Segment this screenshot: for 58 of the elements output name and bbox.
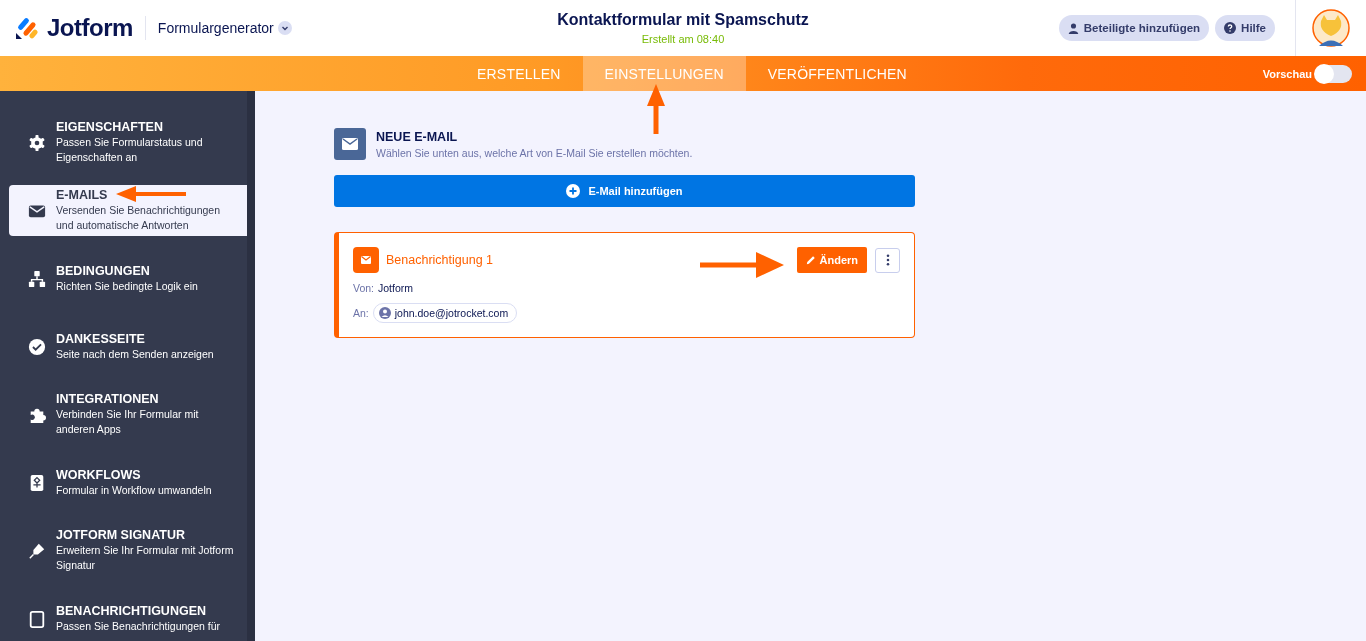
sidebar-item[interactable]: EIGENSCHAFTEN Passen Sie Formularstatus und Eigenschaften an [9, 117, 247, 168]
more-options-button[interactable] [875, 247, 900, 273]
from-label: Von: [353, 282, 375, 294]
sidebar-item-title: JOTFORM SIGNATUR [56, 528, 185, 543]
sidebar-item-title: WORKFLOWS [56, 467, 141, 483]
sidebar-item-description: Verbinden Sie Ihr Formular mit anderen Apps [56, 407, 200, 437]
sidebar-item-title: E-MAILS [56, 188, 108, 203]
product-dropdown[interactable]: Formulargenerator [157, 20, 292, 36]
gear-icon [28, 133, 46, 152]
sidebar-item-description: Passen Sie Benachrichtigungen für [56, 618, 221, 634]
sidebar-item-title: DANKESSEITE [56, 331, 145, 347]
add-email-button[interactable]: E-Mail hinzufügen [334, 175, 915, 207]
sidebar-item-title: BEDINGUNGEN [56, 263, 150, 279]
check-circle-icon [28, 337, 46, 356]
logo-icon [15, 16, 39, 40]
sidebar-item-description: Erweitern Sie Ihr Formular mit Jotform Signatur [56, 543, 235, 573]
workflow-icon [28, 473, 46, 492]
sidebar-item[interactable]: INTEGRATIONEN Verbinden Sie Ihr Formular mit anderen Apps [9, 389, 247, 440]
phone-icon [28, 609, 46, 628]
form-title: Kontaktformular mit Spamschutz [557, 11, 809, 29]
sidebar-item[interactable]: JOTFORM SIGNATUR Erweitern Sie Ihr Formular mit Jotform Signatur [9, 525, 247, 576]
brand-name[interactable]: Jotform [47, 14, 133, 42]
sidebar-item-title: INTEGRATIONEN [56, 392, 159, 407]
preview-label: Vorschau [1262, 67, 1312, 80]
sidebar-item-title: BENACHRICHTIGUNGEN [56, 603, 206, 619]
pen-nib-icon [28, 541, 46, 560]
pencil-icon [805, 255, 816, 265]
sidebar-item[interactable]: E-MAILS Versenden Sie Benachrichtigungen und automatische Antworten [9, 185, 247, 236]
sidebar-item-title: EIGENSCHAFTEN [56, 120, 163, 135]
person-icon [378, 307, 391, 319]
chevron-down-icon [277, 21, 292, 35]
section-title: NEUE E-MAIL [376, 129, 459, 144]
sidebar-item[interactable]: BENACHRICHTIGUNGEN Passen Sie Benachrichtigungen für [9, 593, 247, 641]
sidebar-item-description: Formular in Workflow umwandeln [56, 482, 212, 498]
help-button[interactable]: Hilfe [1215, 15, 1275, 41]
sidebar-item[interactable]: DANKESSEITE Seite nach dem Senden anzeigen [9, 321, 247, 372]
annotation-arrow [647, 84, 665, 134]
section-description: Wählen Sie unten aus, welche Art von E-Mail Sie erstellen möchten. [376, 146, 693, 159]
avatar-icon[interactable] [1312, 9, 1350, 47]
from-value: Jotform [378, 282, 414, 294]
created-time: Erstellt am 08:40 [641, 33, 725, 45]
more-icon [885, 254, 890, 266]
person-icon [1067, 22, 1079, 34]
sidebar-item-description: Versenden Sie Benachrichtigungen und automatische Antworten [56, 203, 222, 233]
plus-icon [566, 184, 581, 198]
sidebar-item-description: Seite nach dem Senden anzeigen [56, 346, 214, 362]
sidebar-item-description: Richten Sie bedingte Logik ein [56, 278, 198, 294]
annotation-arrow [116, 186, 186, 202]
sidebar-item[interactable]: WORKFLOWS Formular in Workflow umwandeln [9, 457, 247, 508]
sidebar-item-description: Passen Sie Formularstatus und Eigenschaften an [56, 135, 204, 165]
sidebar-item[interactable]: BEDINGUNGEN Richten Sie bedingte Logik ein [9, 253, 247, 304]
hierarchy-icon [28, 269, 46, 288]
envelope-icon [334, 128, 366, 160]
add-participants-button[interactable]: Beteiligte hinzufügen [1058, 15, 1210, 41]
envelope-icon [353, 247, 379, 273]
to-label: An: [353, 307, 369, 319]
help-icon [1224, 22, 1237, 34]
preview-toggle[interactable] [1316, 64, 1352, 83]
